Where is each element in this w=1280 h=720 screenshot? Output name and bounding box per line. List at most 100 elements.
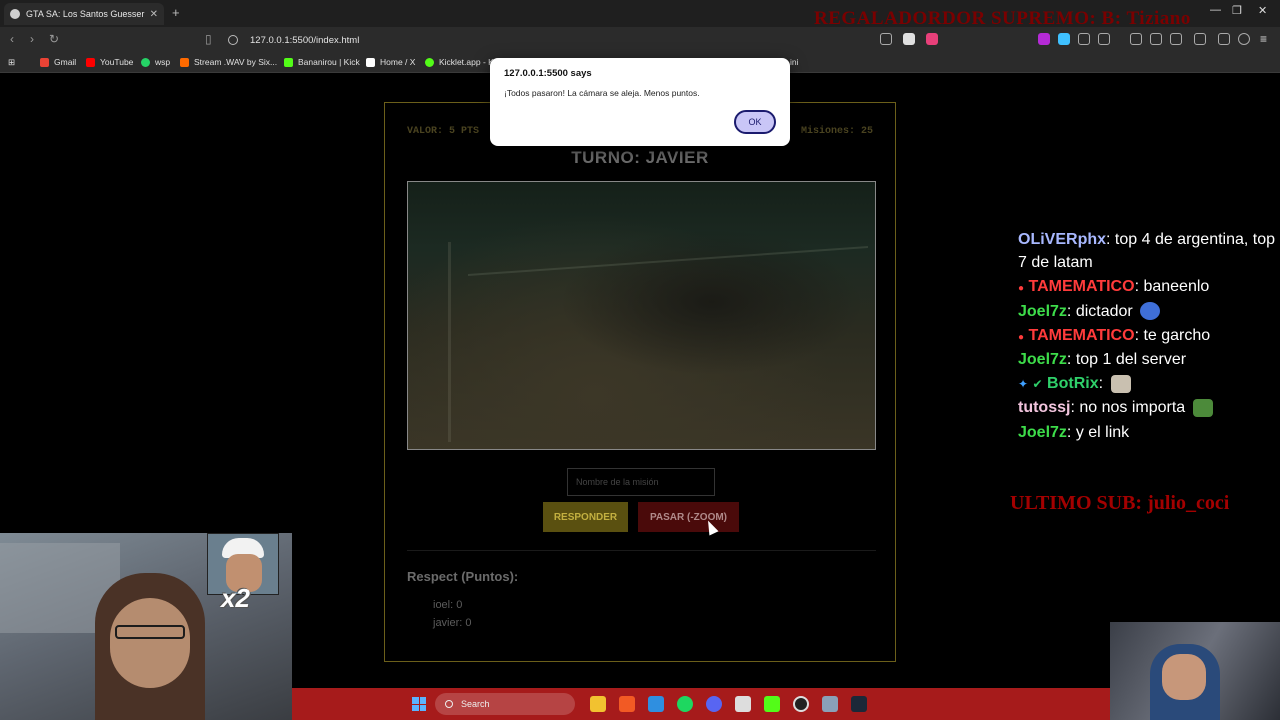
kick-icon — [284, 57, 293, 67]
verified-badge-icon: ✔ — [1032, 377, 1043, 392]
kicklet-icon — [425, 57, 434, 67]
browser-toolbar: ‹ › ↻ ▯ 127.0.0.1:5500/index.html ≡ — [0, 27, 1280, 53]
stream-chat: OLiVERphx: top 4 de argentina, top 7 de … — [1018, 228, 1280, 445]
menu-icon[interactable]: ≡ — [1260, 32, 1267, 46]
leo-icon[interactable] — [1218, 33, 1230, 45]
back-icon[interactable]: ‹ — [10, 32, 14, 46]
gmail-icon — [40, 57, 49, 67]
chat-message: Joel7z: dictador — [1018, 300, 1280, 323]
face-emote-icon — [1110, 374, 1131, 393]
glasses-shape — [115, 625, 185, 639]
bookmark-stream[interactable]: Stream .WAV by Six... — [180, 57, 277, 67]
chat-text: : y el link — [1066, 423, 1130, 441]
tab-title: GTA SA: Los Santos Guesser — [26, 9, 145, 19]
mission-name-input[interactable] — [567, 468, 715, 496]
rewards-icon[interactable] — [926, 33, 938, 45]
ok-button[interactable]: OK — [734, 110, 776, 134]
chat-username: OLiVERphx — [1018, 231, 1107, 248]
bookmark-youtube[interactable]: YouTube — [86, 57, 133, 67]
misiones-count: Misiones: 25 — [800, 126, 873, 137]
score-item: ioel: 0 — [433, 599, 463, 611]
bookmark-kick[interactable]: Bananirou | Kick — [284, 57, 360, 67]
steam-icon[interactable] — [851, 696, 867, 712]
extension-icon[interactable] — [1038, 33, 1050, 45]
close-window-icon[interactable]: ✕ — [1258, 4, 1267, 17]
chat-message: ● TAMEMATICO: baneenlo — [1018, 275, 1280, 298]
bookmark-wsp[interactable]: wsp — [141, 57, 170, 67]
soundcloud-icon — [180, 57, 189, 67]
chat-username: TAMEMATICO — [1028, 326, 1135, 344]
search-label: Search — [461, 699, 490, 709]
bookmark-icon[interactable]: ▯ — [205, 32, 212, 46]
taskbar: Search — [292, 688, 1110, 720]
last-sub-banner: ULTIMO SUB: julio_coci — [1010, 492, 1230, 514]
mission-screenshot — [407, 181, 876, 450]
file-explorer-icon[interactable] — [590, 696, 606, 712]
obs-icon[interactable] — [793, 696, 809, 712]
turn-indicator: TURNO: JAVIER — [571, 148, 709, 167]
browser-tab[interactable]: GTA SA: Los Santos Guesser ✕ — [4, 3, 164, 25]
bookmark-gmail[interactable]: Gmail — [40, 57, 76, 67]
sword-badge-icon: ✦ — [1018, 377, 1029, 392]
chat-text: : te garcho — [1134, 326, 1211, 344]
chat-username: Joel7z — [1018, 302, 1067, 320]
spotify-icon[interactable] — [677, 696, 693, 712]
music-icon[interactable] — [1150, 33, 1162, 45]
brave-shield-icon[interactable] — [903, 33, 915, 45]
url-text: 127.0.0.1:5500/index.html — [250, 34, 360, 46]
apps-icon[interactable]: ⊞ — [8, 57, 15, 68]
pepe-emote-icon — [1192, 399, 1213, 418]
pasar-button[interactable]: PASAR (-ZOOM) — [638, 502, 739, 532]
close-tab-icon[interactable]: ✕ — [150, 9, 158, 20]
share-icon[interactable] — [880, 33, 892, 45]
app-icon[interactable] — [822, 696, 838, 712]
forward-icon[interactable]: › — [30, 32, 34, 46]
x-icon — [366, 57, 375, 67]
bookmark-kicklet[interactable]: Kicklet.app - K — [425, 57, 494, 67]
chat-message: OLiVERphx: top 4 de argentina, top 7 de … — [1018, 228, 1280, 274]
chat-message: tutossj: no nos importa — [1018, 396, 1280, 419]
chat-username: tutossj — [1018, 399, 1071, 417]
screenshot-detail — [448, 242, 451, 442]
vpn-icon[interactable] — [1238, 33, 1250, 45]
badge-icon: ● — [1018, 283, 1025, 295]
panel-icon[interactable] — [1170, 33, 1182, 45]
chat-username: TAMEMATICO — [1028, 278, 1135, 296]
wallet-icon[interactable] — [1194, 33, 1206, 45]
extension-icon[interactable] — [1058, 33, 1070, 45]
divider — [407, 550, 876, 551]
puzzle-icon[interactable] — [1078, 33, 1090, 45]
brave-icon[interactable] — [619, 696, 635, 712]
chat-text: : — [1098, 375, 1104, 393]
multiplier-label: x2 — [221, 583, 250, 613]
whatsapp-icon — [141, 57, 150, 67]
chat-message: Joel7z: y el link — [1018, 421, 1280, 444]
new-tab-button[interactable]: + — [172, 5, 180, 20]
address-bar[interactable]: 127.0.0.1:5500/index.html — [228, 30, 948, 50]
discord-icon[interactable] — [706, 696, 722, 712]
chat-message: ● TAMEMATICO: te garcho — [1018, 324, 1280, 347]
chat-text: : dictador — [1066, 302, 1133, 320]
kick-app-icon[interactable] — [764, 696, 780, 712]
bookmark-x[interactable]: Home / X — [366, 57, 415, 67]
bookmark-ini[interactable]: ini — [790, 57, 799, 67]
alert-dialog: 127.0.0.1:5500 says ¡Todos pasaron! La c… — [490, 58, 790, 146]
minimize-icon[interactable]: — — [1210, 4, 1221, 16]
site-info-icon[interactable] — [228, 35, 238, 45]
search-icon — [445, 700, 453, 708]
windows-start-icon[interactable] — [412, 697, 426, 711]
sidebar-icon[interactable] — [1098, 33, 1110, 45]
respect-title: Respect (Puntos): — [407, 569, 519, 584]
restore-icon[interactable]: ❐ — [1232, 4, 1242, 17]
secondary-face — [1162, 654, 1206, 700]
reload-icon[interactable]: ↻ — [49, 32, 59, 46]
app-icon[interactable] — [735, 696, 751, 712]
chat-username: Joel7z — [1018, 350, 1067, 368]
taskbar-search[interactable]: Search — [435, 693, 575, 715]
download-icon[interactable] — [1130, 33, 1142, 45]
vscode-icon[interactable] — [648, 696, 664, 712]
badge-icon: ● — [1018, 331, 1025, 343]
webcam-secondary — [1110, 622, 1280, 720]
chat-text: : no nos importa — [1070, 399, 1186, 417]
responder-button[interactable]: RESPONDER — [543, 502, 628, 532]
